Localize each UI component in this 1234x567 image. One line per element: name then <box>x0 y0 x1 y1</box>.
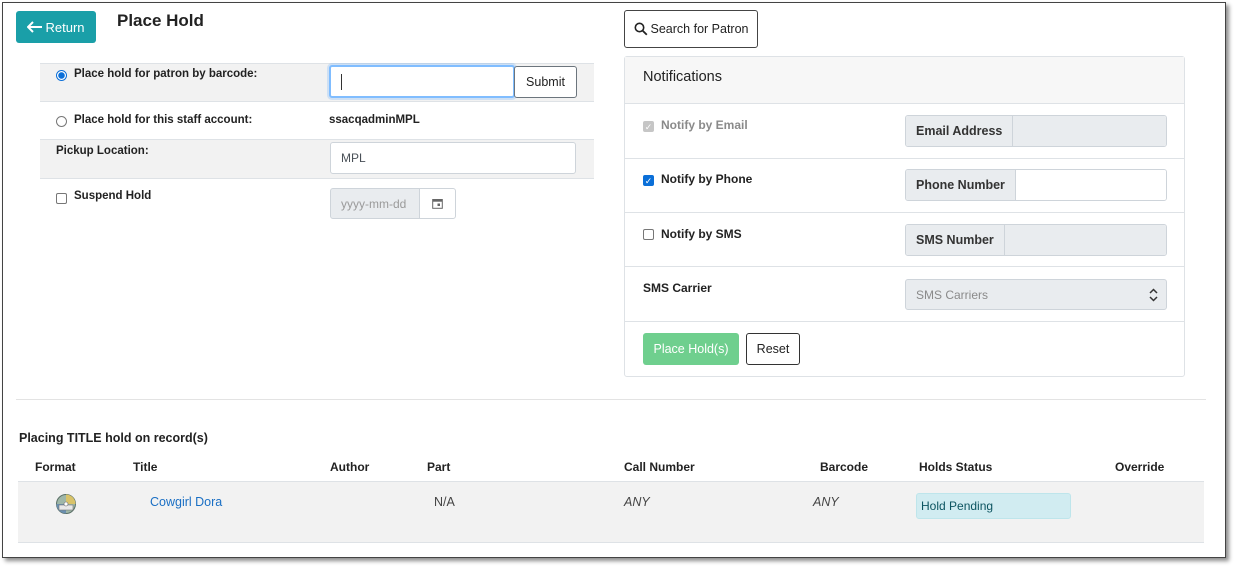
record-call-number: ANY <box>624 495 650 509</box>
notify-sms-label: Notify by SMS <box>661 227 742 241</box>
barcode-option-label: Place hold for patron by barcode: <box>74 68 258 80</box>
notify-email-label: Notify by Email <box>661 118 748 132</box>
text-cursor <box>341 73 342 90</box>
suspend-checkbox[interactable] <box>56 193 67 204</box>
pickup-location-field[interactable]: MPL <box>330 142 576 174</box>
sms-carrier-value: SMS Carriers <box>916 287 989 302</box>
sms-number-group[interactable]: SMS Number <box>905 224 1167 256</box>
return-label: Return <box>45 19 85 35</box>
section-divider <box>16 399 1206 400</box>
column-header-author: Author <box>330 460 370 474</box>
records-heading: Placing TITLE hold on record(s) <box>19 431 208 445</box>
search-patron-label: Search for Patron <box>650 22 749 36</box>
phone-number-group[interactable]: Phone Number <box>905 169 1167 201</box>
sms-number-addon: SMS Number <box>906 225 1005 255</box>
calendar-icon <box>432 199 443 209</box>
return-button[interactable]: Return <box>16 11 96 43</box>
staff-radio[interactable] <box>56 116 67 127</box>
notify-divider <box>625 266 1184 267</box>
phone-number-addon: Phone Number <box>906 170 1016 200</box>
notify-sms-checkbox[interactable] <box>643 229 654 240</box>
select-arrows-icon <box>1149 288 1158 302</box>
column-header-barcode: Barcode <box>820 460 869 474</box>
record-title-link[interactable]: Cowgirl Dora <box>150 495 222 509</box>
reset-button[interactable]: Reset <box>746 333 800 365</box>
record-barcode: ANY <box>813 495 839 509</box>
staff-account-value: ssacqadminMPL <box>329 114 420 126</box>
window-frame: Return Place Hold Search for Patron Plac… <box>2 2 1226 558</box>
email-address-addon: Email Address <box>906 116 1014 146</box>
email-address-group[interactable]: Email Address <box>905 115 1167 147</box>
staff-option-label: Place hold for this staff account: <box>74 114 253 126</box>
suspend-date-input[interactable]: yyyy-mm-dd <box>330 188 420 219</box>
barcode-radio[interactable] <box>56 70 67 81</box>
notifications-panel <box>624 56 1185 377</box>
email-address-field[interactable] <box>1013 116 1166 146</box>
column-header-part: Part <box>427 460 451 474</box>
notify-email-checkbox[interactable]: ✓ <box>643 121 654 132</box>
suspend-label: Suspend Hold <box>74 190 152 202</box>
phone-number-field[interactable] <box>1015 170 1166 200</box>
column-header-call-number: Call Number <box>624 460 695 474</box>
notify-phone-checkbox[interactable]: ✓ <box>643 175 654 186</box>
suspend-row-divider <box>40 178 594 179</box>
notify-phone-label: Notify by Phone <box>661 172 753 186</box>
notifications-title: Notifications <box>643 69 722 85</box>
search-icon <box>634 22 647 36</box>
calendar-button[interactable] <box>419 188 456 219</box>
disc-icon <box>56 494 76 514</box>
record-part: N/A <box>434 495 455 509</box>
sms-number-field[interactable] <box>1004 225 1166 255</box>
notify-divider <box>625 321 1184 322</box>
search-patron-button[interactable]: Search for Patron <box>624 10 758 48</box>
submit-button[interactable]: Submit <box>514 66 577 98</box>
page-title: Place Hold <box>117 11 204 30</box>
column-header-override: Override <box>1115 460 1165 474</box>
sms-carrier-select[interactable]: SMS Carriers <box>905 279 1167 310</box>
status-badge: Hold Pending <box>916 493 1071 519</box>
arrow-left-icon <box>27 21 43 33</box>
notify-divider <box>625 158 1184 159</box>
column-header-format: Format <box>35 460 76 474</box>
column-header-holds-status: Holds Status <box>919 460 993 474</box>
column-header-title: Title <box>133 460 158 474</box>
notify-divider <box>625 212 1184 213</box>
sms-carrier-label: SMS Carrier <box>643 281 712 295</box>
place-holds-button[interactable]: Place Hold(s) <box>643 333 739 365</box>
barcode-input[interactable] <box>329 65 515 98</box>
pickup-label: Pickup Location: <box>56 145 149 157</box>
